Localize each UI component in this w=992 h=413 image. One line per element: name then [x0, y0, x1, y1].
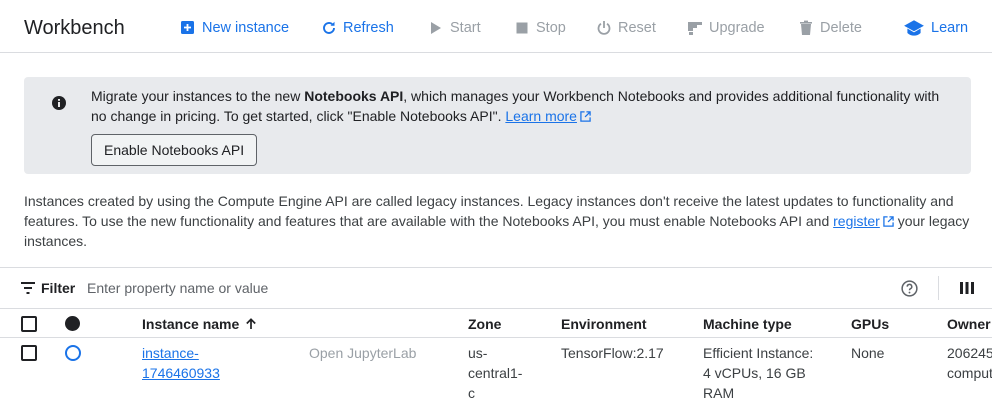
reset-label: Reset — [618, 20, 656, 36]
learn-label: Learn — [931, 20, 969, 36]
owner-line-1: 206245 — [947, 345, 992, 361]
enable-notebooks-api-button[interactable]: Enable Notebooks API — [91, 134, 258, 166]
column-zone[interactable]: Zone — [468, 315, 501, 333]
machine-type-line-3: RAM — [703, 385, 735, 401]
zone-line-1: us- — [468, 345, 488, 361]
learn-more-link[interactable]: Learn more — [505, 108, 591, 124]
row-checkbox[interactable] — [21, 345, 37, 361]
description-text-start: Instances created by using the Compute E… — [24, 193, 954, 229]
upgrade-button[interactable]: Upgrade — [687, 17, 765, 39]
status-column-icon — [65, 316, 80, 331]
upgrade-label: Upgrade — [709, 20, 765, 36]
toolbar-divider — [938, 276, 939, 300]
column-instance-name[interactable]: Instance name — [142, 315, 257, 333]
owner-line-2: comput — [947, 365, 992, 381]
banner-message: Migrate your instances to the new Notebo… — [91, 86, 953, 126]
machine-type-cell: Efficient Instance: 4 vCPUs, 16 GB RAM — [703, 343, 813, 403]
stop-icon — [516, 22, 528, 34]
stop-label: Stop — [536, 20, 566, 36]
table-row: instance- 1746460933 Open JupyterLab us-c… — [0, 338, 992, 413]
new-instance-label: New instance — [202, 20, 290, 36]
school-icon — [904, 20, 924, 36]
external-link-icon — [883, 216, 894, 227]
owner-cell: 206245 comput — [947, 343, 992, 383]
register-label: register — [833, 213, 880, 229]
start-button[interactable]: Start — [428, 17, 481, 39]
stop-button[interactable]: Stop — [514, 17, 566, 39]
learn-more-label: Learn more — [505, 108, 577, 124]
column-display-icon[interactable] — [960, 282, 974, 294]
gpus-cell: None — [851, 345, 885, 361]
refresh-label: Refresh — [343, 20, 394, 36]
legacy-instances-description: Instances created by using the Compute E… — [24, 191, 974, 251]
status-stopped-icon — [65, 345, 81, 361]
filter-icon — [21, 282, 35, 294]
start-label: Start — [450, 20, 481, 36]
page-title: Workbench — [24, 17, 125, 39]
upgrade-icon — [688, 22, 702, 35]
column-owner[interactable]: Owner — [947, 315, 991, 333]
instance-name-part-1: instance- — [142, 345, 199, 361]
filter-label: Filter — [41, 280, 76, 296]
instance-name-part-2: 1746460933 — [142, 365, 220, 381]
instance-name-link[interactable]: instance- 1746460933 — [142, 343, 220, 383]
reset-button[interactable]: Reset — [596, 17, 656, 39]
power-icon — [597, 21, 611, 35]
banner-text-start: Migrate your instances to the new — [91, 88, 305, 104]
trash-icon — [800, 20, 812, 35]
refresh-icon — [323, 21, 335, 34]
play-icon — [431, 22, 441, 34]
column-gpus[interactable]: GPUs — [851, 315, 889, 333]
filter-input[interactable] — [80, 275, 580, 301]
zone-line-2: central1- — [468, 365, 523, 381]
toolbar: Workbench New instance Refresh Start Sto… — [0, 0, 992, 53]
column-machine-type[interactable]: Machine type — [703, 315, 792, 333]
column-environment[interactable]: Environment — [561, 315, 647, 333]
migration-banner: Migrate your instances to the new Notebo… — [24, 77, 971, 174]
add-box-icon — [181, 21, 194, 34]
machine-type-line-1: Efficient Instance: — [703, 345, 814, 361]
help-icon[interactable] — [901, 280, 918, 297]
filter-bar: Filter — [0, 267, 992, 309]
column-instance-name-label: Instance name — [142, 316, 240, 332]
delete-label: Delete — [820, 20, 862, 36]
arrow-up-icon — [246, 318, 257, 329]
refresh-button[interactable]: Refresh — [321, 17, 394, 39]
register-link[interactable]: register — [833, 213, 894, 229]
new-instance-button[interactable]: New instance — [180, 17, 289, 39]
environment-cell: TensorFlow:2.17 — [561, 345, 664, 361]
zone-cell: us-central1- c — [468, 343, 522, 403]
delete-button[interactable]: Delete — [798, 17, 862, 39]
banner-text-bold: Notebooks API — [304, 88, 404, 104]
info-icon — [52, 96, 66, 110]
machine-type-line-2: 4 vCPUs, 16 GB — [703, 365, 806, 381]
table-header: Instance name Zone Environment Machine t… — [0, 309, 992, 338]
open-jupyterlab-button[interactable]: Open JupyterLab — [309, 343, 416, 363]
zone-line-3: c — [468, 385, 475, 401]
external-link-icon — [580, 111, 591, 122]
learn-button[interactable]: Learn — [903, 17, 968, 39]
select-all-checkbox[interactable] — [21, 316, 37, 332]
